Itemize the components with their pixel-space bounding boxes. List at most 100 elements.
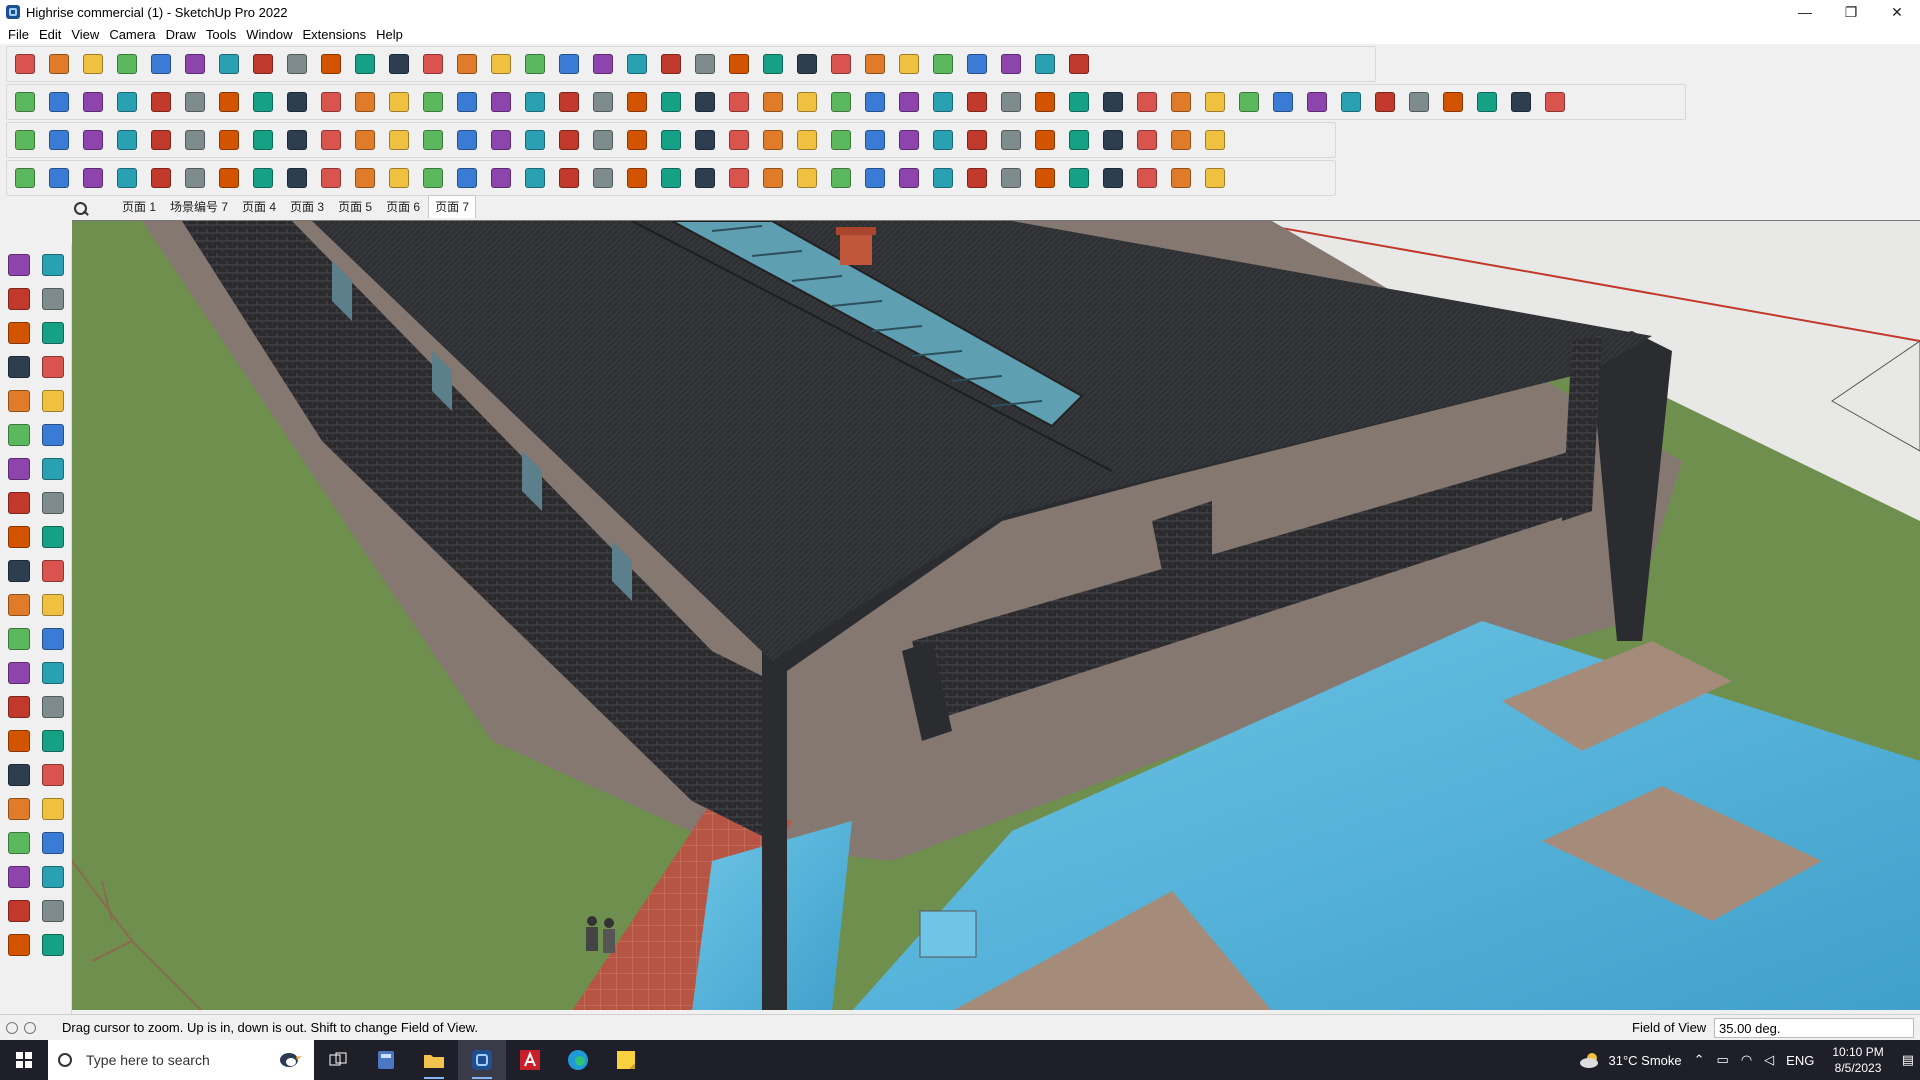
scene-tab-1[interactable]: 页面 1 bbox=[116, 196, 162, 218]
tool-tbrow3-23-button[interactable] bbox=[759, 126, 787, 154]
tool-tbrow2-21-button[interactable] bbox=[691, 88, 719, 116]
tool-tbrow3-10-button[interactable] bbox=[317, 126, 345, 154]
large-tool-35-button[interactable] bbox=[2, 826, 36, 860]
clock[interactable]: 10:10 PM 8/5/2023 bbox=[1832, 1044, 1883, 1076]
scene-tab-4[interactable]: 页面 3 bbox=[284, 196, 330, 218]
taskbar-search[interactable]: Type here to search bbox=[48, 1040, 314, 1080]
tool-tbrow2-1-button[interactable] bbox=[11, 88, 39, 116]
tool-tbrow4-6-button[interactable] bbox=[181, 164, 209, 192]
tool-tbrow2-16-button[interactable] bbox=[521, 88, 549, 116]
tool-tbrow3-30-button[interactable] bbox=[997, 126, 1025, 154]
tool-tbrow2-26-button[interactable] bbox=[861, 88, 889, 116]
large-tool-31-button[interactable] bbox=[2, 758, 36, 792]
tool-tbrow2-30-button[interactable] bbox=[997, 88, 1025, 116]
info-status-icon[interactable] bbox=[24, 1021, 36, 1034]
tool-tbrow2-34-button[interactable] bbox=[1133, 88, 1161, 116]
tool-tbrow2-13-button[interactable] bbox=[419, 88, 447, 116]
tool-tbrow2-24-button[interactable] bbox=[793, 88, 821, 116]
large-tool-17-button[interactable] bbox=[2, 520, 36, 554]
tool-tbrow2-20-button[interactable] bbox=[657, 88, 685, 116]
add-location-button[interactable] bbox=[861, 50, 889, 78]
large-tool-12-button[interactable] bbox=[36, 418, 70, 452]
tool-tbrow2-22-button[interactable] bbox=[725, 88, 753, 116]
large-tool-32-button[interactable] bbox=[36, 758, 70, 792]
select-button[interactable] bbox=[45, 50, 73, 78]
tool-tbrow2-35-button[interactable] bbox=[1167, 88, 1195, 116]
tool-tbrow2-32-button[interactable] bbox=[1065, 88, 1093, 116]
tool-tbrow2-44-button[interactable] bbox=[1473, 88, 1501, 116]
tool-tbrow4-2-button[interactable] bbox=[45, 164, 73, 192]
tool-tbrow4-31-button[interactable] bbox=[1031, 164, 1059, 192]
large-tool-33-button[interactable] bbox=[2, 792, 36, 826]
large-tool-19-button[interactable] bbox=[2, 554, 36, 588]
tool-tbrow3-21-button[interactable] bbox=[691, 126, 719, 154]
scene-tab-2[interactable]: 场景编号 7 bbox=[164, 196, 234, 218]
tool-tbrow4-28-button[interactable] bbox=[929, 164, 957, 192]
geo-location-status-icon[interactable] bbox=[6, 1021, 18, 1034]
large-tool-5-button[interactable] bbox=[2, 316, 36, 350]
tool-tbrow2-19-button[interactable] bbox=[623, 88, 651, 116]
tool-tbrow2-6-button[interactable] bbox=[181, 88, 209, 116]
tool-tbrow4-36-button[interactable] bbox=[1201, 164, 1229, 192]
tool-tbrow4-21-button[interactable] bbox=[691, 164, 719, 192]
large-tool-14-button[interactable] bbox=[36, 452, 70, 486]
tool-tbrow4-20-button[interactable] bbox=[657, 164, 685, 192]
tool-tbrow2-11-button[interactable] bbox=[351, 88, 379, 116]
large-tool-16-button[interactable] bbox=[36, 486, 70, 520]
tool-tbrow2-41-button[interactable] bbox=[1371, 88, 1399, 116]
menu-camera[interactable]: Camera bbox=[107, 27, 163, 42]
intersect-button[interactable] bbox=[963, 50, 991, 78]
tool-tbrow2-15-button[interactable] bbox=[487, 88, 515, 116]
large-tool-39-button[interactable] bbox=[2, 894, 36, 928]
tool-tbrow2-5-button[interactable] bbox=[147, 88, 175, 116]
zoom-window-button[interactable] bbox=[555, 50, 583, 78]
tool-tbrow3-27-button[interactable] bbox=[895, 126, 923, 154]
scene-tab-7[interactable]: 页面 7 bbox=[428, 195, 477, 218]
scene-tab-6[interactable]: 页面 6 bbox=[380, 196, 426, 218]
volume-icon[interactable]: ◁ bbox=[1764, 1052, 1774, 1068]
tool-tbrow2-10-button[interactable] bbox=[317, 88, 345, 116]
minimize-button[interactable]: — bbox=[1782, 0, 1828, 24]
geo-location-button[interactable] bbox=[759, 50, 787, 78]
move-button[interactable] bbox=[283, 50, 311, 78]
tool-tbrow2-29-button[interactable] bbox=[963, 88, 991, 116]
tool-tbrow2-36-button[interactable] bbox=[1201, 88, 1229, 116]
tool-tbrow4-29-button[interactable] bbox=[963, 164, 991, 192]
section-cut-button[interactable] bbox=[827, 50, 855, 78]
tool-tbrow4-32-button[interactable] bbox=[1065, 164, 1093, 192]
start-button[interactable] bbox=[0, 1040, 48, 1080]
outliner-button[interactable] bbox=[691, 50, 719, 78]
section-plane-button[interactable] bbox=[793, 50, 821, 78]
tool-tbrow3-4-button[interactable] bbox=[113, 126, 141, 154]
menu-tools[interactable]: Tools bbox=[204, 27, 244, 42]
large-tool-26-button[interactable] bbox=[36, 656, 70, 690]
tool-tbrow3-25-button[interactable] bbox=[827, 126, 855, 154]
tool-tbrow2-9-button[interactable] bbox=[283, 88, 311, 116]
tag-button[interactable] bbox=[725, 50, 753, 78]
tool-tbrow3-20-button[interactable] bbox=[657, 126, 685, 154]
tool-tbrow4-12-button[interactable] bbox=[385, 164, 413, 192]
pan-button[interactable] bbox=[521, 50, 549, 78]
large-tool-38-button[interactable] bbox=[36, 860, 70, 894]
undo-button[interactable] bbox=[997, 50, 1025, 78]
large-tool-37-button[interactable] bbox=[2, 860, 36, 894]
tool-tbrow4-11-button[interactable] bbox=[351, 164, 379, 192]
tool-tbrow2-2-button[interactable] bbox=[45, 88, 73, 116]
taskbar-autocad[interactable] bbox=[506, 1040, 554, 1080]
tool-tbrow3-34-button[interactable] bbox=[1133, 126, 1161, 154]
tool-tbrow3-14-button[interactable] bbox=[453, 126, 481, 154]
tool-tbrow3-18-button[interactable] bbox=[589, 126, 617, 154]
tool-tbrow2-43-button[interactable] bbox=[1439, 88, 1467, 116]
extrude-button[interactable] bbox=[929, 50, 957, 78]
zoom-button[interactable] bbox=[11, 50, 39, 78]
tool-tbrow3-33-button[interactable] bbox=[1099, 126, 1127, 154]
tool-tbrow3-31-button[interactable] bbox=[1031, 126, 1059, 154]
tool-tbrow3-13-button[interactable] bbox=[419, 126, 447, 154]
large-tool-24-button[interactable] bbox=[36, 622, 70, 656]
tool-tbrow4-15-button[interactable] bbox=[487, 164, 515, 192]
notifications-icon[interactable]: ▤ bbox=[1902, 1052, 1914, 1068]
language-indicator[interactable]: ENG bbox=[1786, 1053, 1814, 1068]
task-view-button[interactable] bbox=[314, 1040, 362, 1080]
large-tool-13-button[interactable] bbox=[2, 452, 36, 486]
tool-tbrow2-27-button[interactable] bbox=[895, 88, 923, 116]
